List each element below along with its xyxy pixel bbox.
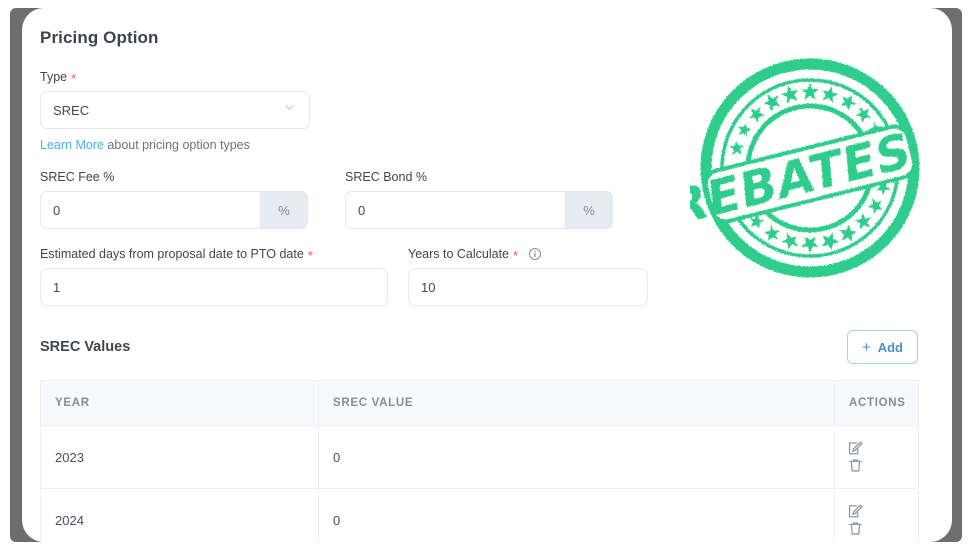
estimated-days-input[interactable] — [40, 268, 388, 306]
info-circle-icon[interactable] — [528, 247, 542, 261]
required-asterisk: * — [307, 247, 313, 263]
srec-bond-group: SREC Bond % % — [345, 170, 650, 229]
column-header-srec-value: SREC VALUE — [318, 380, 835, 426]
card-content: Pricing Option Type * SREC Learn More ab… — [40, 28, 935, 542]
type-select[interactable]: SREC — [40, 91, 310, 129]
srec-fee-label-text: SREC Fee % — [40, 170, 115, 184]
cell-actions — [834, 488, 919, 542]
cell-year: 2024 — [40, 488, 319, 542]
learn-more-rest: about pricing option types — [103, 138, 250, 152]
srec-fee-label: SREC Fee % — [40, 170, 345, 184]
srec-bond-input-group: % — [345, 191, 613, 229]
table-row: 2024 0 — [40, 488, 919, 542]
type-select-wrap: SREC — [40, 91, 310, 129]
srec-values-table: YEAR SREC VALUE ACTIONS 2023 0 2024 0 — [40, 380, 919, 542]
srec-fee-input[interactable] — [40, 191, 260, 229]
edit-pencil-icon[interactable] — [847, 503, 864, 520]
days-years-row: Estimated days from proposal date to PTO… — [40, 247, 935, 306]
table-row: 2023 0 — [40, 425, 919, 490]
years-to-calculate-label-text: Years to Calculate — [408, 247, 509, 261]
srec-fee-percent-addon: % — [260, 191, 308, 229]
type-label-text: Type — [40, 70, 68, 84]
learn-more-link[interactable]: Learn More — [40, 138, 104, 152]
srec-bond-input[interactable] — [345, 191, 565, 229]
type-label: Type * — [40, 70, 935, 86]
srec-values-header: SREC Values + Add — [40, 330, 918, 364]
required-asterisk: * — [71, 70, 77, 86]
required-asterisk: * — [513, 247, 519, 263]
cell-srec-value: 0 — [318, 488, 835, 542]
cell-srec-value: 0 — [318, 425, 835, 490]
years-to-calculate-group: Years to Calculate * — [408, 247, 668, 306]
column-header-actions: ACTIONS — [834, 380, 919, 426]
add-button-label: Add — [877, 339, 903, 355]
screenshot-root: Pricing Option Type * SREC Learn More ab… — [0, 0, 970, 550]
column-header-year: YEAR — [40, 380, 319, 426]
srec-values-title: SREC Values — [40, 339, 131, 355]
add-button[interactable]: + Add — [846, 330, 918, 364]
edit-pencil-icon[interactable] — [847, 440, 864, 457]
srec-bond-percent-addon: % — [565, 191, 613, 229]
trash-icon[interactable] — [847, 520, 864, 537]
learn-more-helper: Learn More about pricing option types — [40, 138, 935, 152]
years-to-calculate-label: Years to Calculate * — [408, 247, 668, 263]
cell-year: 2023 — [40, 425, 319, 490]
estimated-days-label: Estimated days from proposal date to PTO… — [40, 247, 408, 263]
page-title: Pricing Option — [40, 28, 159, 47]
trash-icon[interactable] — [847, 457, 864, 474]
estimated-days-label-text: Estimated days from proposal date to PTO… — [40, 247, 304, 261]
type-select-value: SREC — [53, 102, 90, 118]
srec-bond-label: SREC Bond % — [345, 170, 650, 184]
table-header-row: YEAR SREC VALUE ACTIONS — [40, 380, 919, 426]
percent-fields-row: SREC Fee % % SREC Bond % % — [40, 170, 935, 229]
srec-fee-group: SREC Fee % % — [40, 170, 345, 229]
srec-fee-input-group: % — [40, 191, 308, 229]
years-to-calculate-input[interactable] — [408, 268, 648, 306]
estimated-days-group: Estimated days from proposal date to PTO… — [40, 247, 408, 306]
plus-icon: + — [861, 338, 871, 356]
cell-actions — [834, 425, 919, 490]
pricing-option-card: Pricing Option Type * SREC Learn More ab… — [22, 8, 952, 542]
srec-bond-label-text: SREC Bond % — [345, 170, 427, 184]
